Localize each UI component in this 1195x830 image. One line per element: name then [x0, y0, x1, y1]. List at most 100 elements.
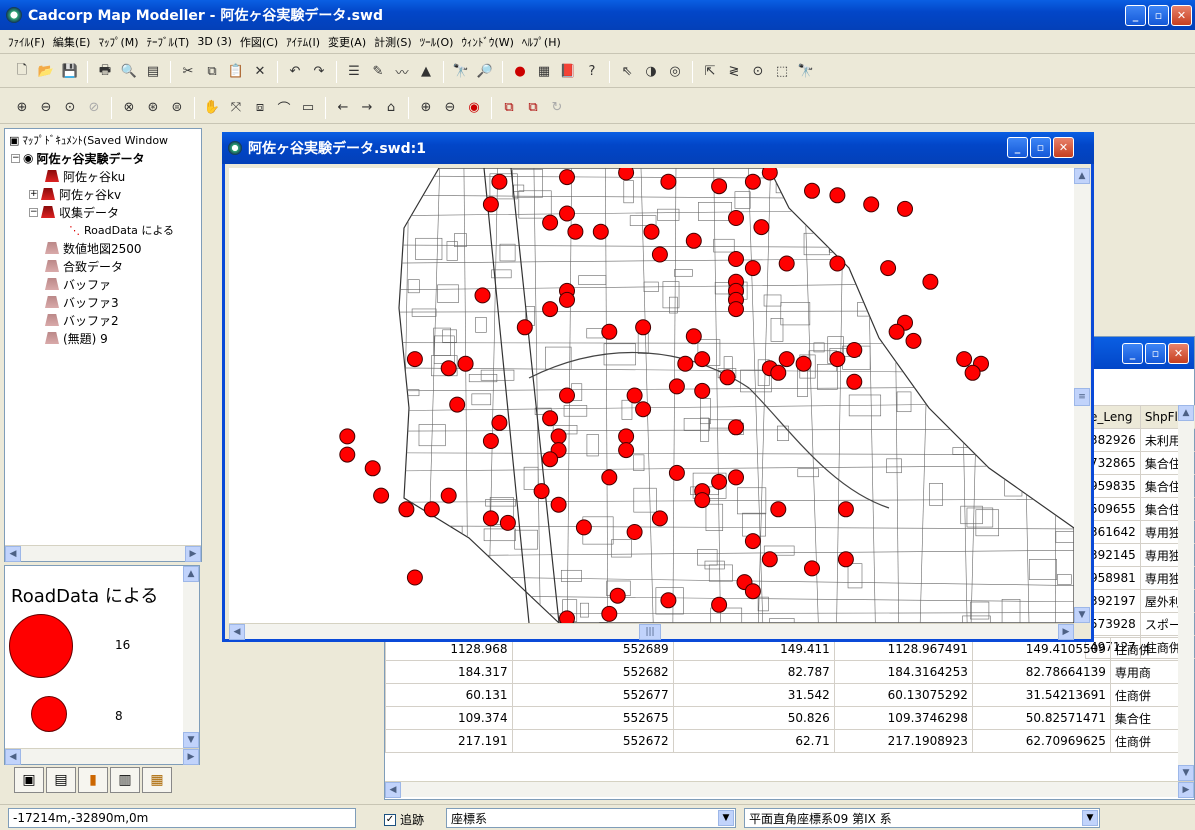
road-data-point[interactable] [491, 173, 508, 190]
polyline-icon[interactable]: ⌒ [274, 98, 294, 118]
map-minimize-button[interactable]: _ [1007, 137, 1028, 158]
binoculars-icon[interactable]: 🔭 [796, 62, 816, 82]
menu-item[interactable]: ﾌｧｲﾙ(F) [4, 34, 49, 50]
copy-map-icon[interactable]: ⧉ [499, 98, 519, 118]
pan-hand-icon[interactable]: ✋ [202, 98, 222, 118]
road-data-point[interactable] [711, 473, 728, 490]
road-data-point[interactable] [373, 487, 390, 504]
road-data-point[interactable] [575, 519, 592, 536]
chevron-down-icon[interactable]: ▼ [1082, 810, 1098, 826]
road-data-point[interactable] [728, 210, 744, 226]
road-data-point[interactable] [457, 355, 474, 372]
tree-layer-item[interactable]: 数値地図2500 [63, 240, 142, 257]
zoom-extent-icon[interactable]: ⊗ [119, 98, 139, 118]
forward-arrow-icon[interactable]: → [357, 98, 377, 118]
tree-layer-item[interactable]: 合致データ [63, 258, 123, 275]
road-data-point[interactable] [559, 205, 575, 222]
road-data-point[interactable] [770, 364, 787, 381]
road-data-point[interactable] [744, 583, 761, 600]
menu-item[interactable]: ｱｲﾃﾑ(I) [282, 34, 324, 50]
road-data-point[interactable] [482, 196, 499, 213]
table-vertical-scrollbar[interactable]: ▲ ▼ [1178, 405, 1194, 781]
map-vertical-scrollbar[interactable]: ▲ ≡ ▼ [1074, 168, 1090, 623]
query-icon[interactable]: ◎ [665, 62, 685, 82]
minimize-button[interactable]: _ [1125, 5, 1146, 26]
road-data-point[interactable] [651, 510, 668, 527]
road-data-point[interactable] [423, 501, 440, 518]
select-arrow-icon[interactable]: ⇖ [617, 62, 637, 82]
zoom-window-icon[interactable]: ⊜ [167, 98, 187, 118]
road-data-point[interactable] [660, 173, 677, 190]
road-data-point[interactable] [744, 533, 761, 550]
road-data-point[interactable] [516, 319, 533, 336]
road-data-point[interactable] [635, 401, 652, 418]
open-folder-icon[interactable]: 📂 [36, 62, 56, 82]
menu-item[interactable]: ﾃｰﾌﾞﾙ(T) [143, 34, 194, 50]
save-icon[interactable]: 💾 [60, 62, 80, 82]
help-icon[interactable]: ? [582, 62, 602, 82]
globe-icon[interactable]: ◉ [464, 98, 484, 118]
tab-properties-icon[interactable]: ▤ [46, 767, 76, 793]
coord-system-select[interactable]: 座標系 ▼ [446, 808, 736, 828]
road-data-point[interactable] [635, 319, 652, 336]
tree-layer-item[interactable]: 阿佐ヶ谷ku [63, 168, 125, 185]
tree-layer-item[interactable]: バッファ [63, 276, 111, 293]
find-replace-icon[interactable]: 🔎 [475, 62, 495, 82]
road-data-point[interactable] [550, 428, 567, 445]
zoom-in-icon[interactable]: ⊕ [12, 98, 32, 118]
delete-icon[interactable]: ✕ [250, 62, 270, 82]
road-data-point[interactable] [897, 200, 913, 217]
road-data-point[interactable] [685, 232, 702, 249]
road-data-point[interactable] [837, 551, 854, 568]
road-data-point[interactable] [728, 469, 744, 486]
road-data-point[interactable] [694, 351, 711, 368]
layers-icon[interactable]: ☰ [344, 62, 364, 82]
road-data-point[interactable] [694, 382, 711, 399]
table-close-button[interactable]: ✕ [1168, 343, 1189, 364]
map-maximize-button[interactable]: ▫ [1030, 137, 1051, 158]
road-data-point[interactable] [660, 592, 677, 609]
road-data-point[interactable] [770, 501, 787, 518]
collapse-icon[interactable]: − [11, 153, 20, 163]
road-data-point[interactable] [719, 369, 736, 386]
road-data-point[interactable] [559, 610, 575, 623]
menu-item[interactable]: ﾏｯﾌﾟ(M) [94, 34, 142, 50]
page-setup-icon[interactable]: ▤ [143, 62, 163, 82]
table-row[interactable]: 217.191 552672 62.71 217.1908923 62.70969625… [385, 729, 1181, 753]
road-data-point[interactable] [863, 196, 880, 213]
road-data-point[interactable] [922, 273, 939, 290]
menu-item[interactable]: 変更(A) [324, 34, 370, 50]
map-close-button[interactable]: ✕ [1053, 137, 1074, 158]
track-checkbox[interactable]: ✓ [384, 813, 396, 826]
road-data-point[interactable] [837, 501, 854, 518]
table-horizontal-scrollbar[interactable]: ◀ ▶ [385, 781, 1194, 798]
tree-doc-label[interactable]: 阿佐ヶ谷実験データ [36, 150, 144, 167]
road-data-point[interactable] [888, 323, 905, 340]
road-data-point[interactable] [559, 291, 575, 308]
road-data-point[interactable] [440, 360, 457, 377]
projection-select[interactable]: 平面直角座標系09 第IX 系 ▼ [744, 808, 1100, 828]
info-icon[interactable]: ◑ [641, 62, 661, 82]
road-data-point[interactable] [559, 169, 575, 186]
expand-icon[interactable]: + [29, 189, 38, 199]
table-row[interactable]: 109.374 552675 50.826 109.3746298 50.8257147… [385, 706, 1181, 730]
find-icon[interactable]: 🔭 [451, 62, 471, 82]
collapse-icon[interactable]: − [29, 207, 38, 217]
menu-item[interactable]: ｳｨﾝﾄﾞｳ(W) [457, 34, 517, 50]
road-data-point[interactable] [364, 460, 381, 477]
book-icon[interactable]: 📕 [558, 62, 578, 82]
road-data-point[interactable] [728, 301, 744, 318]
road-data-point[interactable] [728, 419, 744, 436]
road-data-point[interactable] [626, 387, 643, 404]
shrink-icon[interactable]: ⊖ [440, 98, 460, 118]
road-data-point[interactable] [474, 287, 491, 304]
edit-layer-icon[interactable]: ✎ [368, 62, 388, 82]
table-maximize-button[interactable]: ▫ [1145, 343, 1166, 364]
snap-line-icon[interactable]: ≷ [724, 62, 744, 82]
home-icon[interactable]: ⌂ [381, 98, 401, 118]
print-preview-icon[interactable]: 🔍 [119, 62, 139, 82]
table-icon[interactable]: ▦ [534, 62, 554, 82]
print-icon[interactable]: 🖶 [95, 62, 115, 82]
road-data-point[interactable] [711, 178, 728, 195]
road-data-point[interactable] [550, 496, 567, 513]
